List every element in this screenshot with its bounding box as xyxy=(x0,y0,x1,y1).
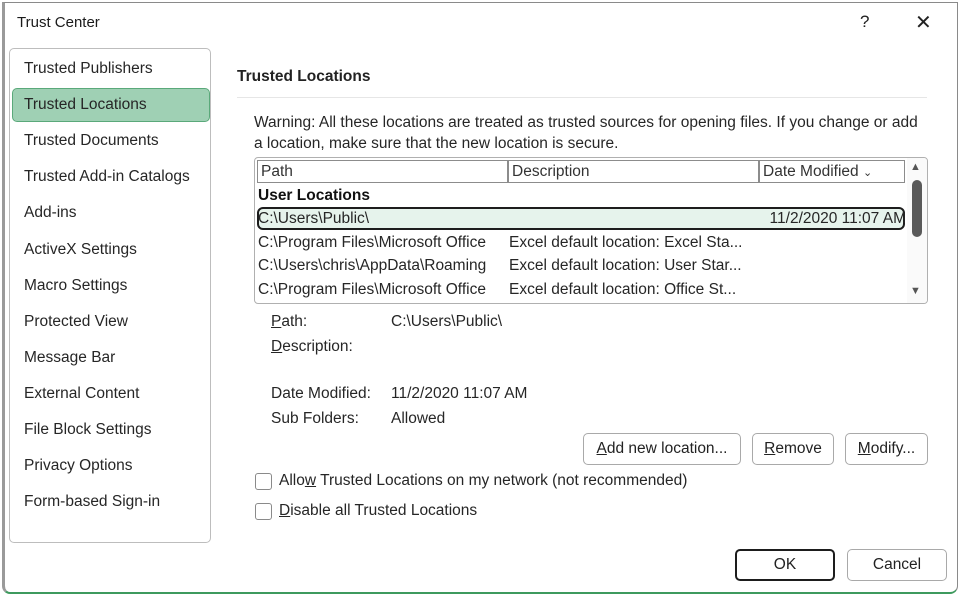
cell-path: C:\Program Files\Microsoft Office xyxy=(258,280,486,298)
scroll-thumb[interactable] xyxy=(912,180,922,237)
cell-path: C:\Program Files\Microsoft Office xyxy=(258,233,486,251)
sort-chevron-icon: ⌄ xyxy=(862,167,873,179)
list-scrollbar[interactable]: ▲ ▼ xyxy=(907,158,927,303)
sidebar-item-add-ins[interactable]: Add-ins xyxy=(12,196,210,230)
sidebar-item-message-bar[interactable]: Message Bar xyxy=(12,341,210,375)
sidebar-item-file-block-settings[interactable]: File Block Settings xyxy=(12,413,210,447)
cell-description: Excel default location: User Star... xyxy=(509,257,742,274)
dialog-title: Trust Center xyxy=(17,14,100,31)
sidebar-item-protected-view[interactable]: Protected View xyxy=(12,305,210,339)
cell-description: Excel default location: Excel Sta... xyxy=(509,233,743,251)
date-modified-value: 11/2/2020 11:07 AM xyxy=(391,385,528,402)
sub-folders-label: Sub Folders: xyxy=(271,410,359,427)
add-new-location-button[interactable]: Add new location... xyxy=(583,433,741,465)
sub-folders-value: Allowed xyxy=(391,410,446,427)
column-header-date-modified[interactable]: Date Modified ⌄ xyxy=(759,160,905,183)
disable-trusted-locations-checkbox[interactable] xyxy=(255,503,272,520)
sidebar-item-trusted-add-in-catalogs[interactable]: Trusted Add-in Catalogs xyxy=(12,160,210,194)
help-icon[interactable]: ? xyxy=(860,12,869,32)
sidebar-item-external-content[interactable]: External Content xyxy=(12,377,210,411)
close-icon[interactable]: ✕ xyxy=(915,10,932,35)
sidebar-item-trusted-documents[interactable]: Trusted Documents xyxy=(12,124,210,158)
path-label: Path: xyxy=(271,313,308,330)
location-row[interactable]: C:\Program Files\Microsoft Office Excel d… xyxy=(257,278,905,301)
location-row[interactable]: C:\Program Files\Microsoft Office Excel d… xyxy=(257,231,905,254)
section-title: Trusted Locations xyxy=(237,68,371,85)
divider xyxy=(237,97,927,98)
group-header: User Locations xyxy=(257,184,905,207)
column-header-date-label: Date Modified xyxy=(763,163,859,180)
sidebar-item-macro-settings[interactable]: Macro Settings xyxy=(12,269,210,303)
location-row[interactable]: C:\Users\chris\AppData\Roaming Excel defa… xyxy=(257,254,905,277)
sidebar-nav: Trusted Publishers Trusted Locations Trust… xyxy=(9,48,211,543)
remove-button[interactable]: Remove xyxy=(752,433,834,465)
modify-button[interactable]: Modify... xyxy=(845,433,928,465)
allow-network-locations-checkbox[interactable] xyxy=(255,473,272,490)
column-header-description[interactable]: Description xyxy=(508,160,759,183)
sidebar-item-trusted-publishers[interactable]: Trusted Publishers xyxy=(12,52,210,86)
sidebar-item-activex-settings[interactable]: ActiveX Settings xyxy=(12,233,210,267)
location-row[interactable]: C:\Users\Public\ 11/2/2020 11:07 AM xyxy=(257,207,906,230)
allow-network-locations-label[interactable]: Allow Trusted Locations on my network (n… xyxy=(279,472,687,490)
sidebar-item-trusted-locations[interactable]: Trusted Locations xyxy=(12,88,210,123)
cell-description: Excel default location: Office St... xyxy=(509,280,737,298)
group-label: User Locations xyxy=(258,187,370,204)
sidebar-item-form-based-sign-in[interactable]: Form-based Sign-in xyxy=(12,485,210,519)
sidebar-item-privacy-options[interactable]: Privacy Options xyxy=(12,449,210,483)
column-header-path[interactable]: Path xyxy=(257,160,508,183)
trusted-locations-list[interactable]: Path Description Date Modified ⌄ User Lo… xyxy=(254,157,928,304)
ok-button[interactable]: OK xyxy=(735,549,835,581)
date-modified-label: Date Modified: xyxy=(271,385,371,402)
path-value: C:\Users\Public\ xyxy=(391,313,503,330)
disable-trusted-locations-label[interactable]: Disable all Trusted Locations xyxy=(279,502,477,520)
scroll-up-arrow-icon[interactable]: ▲ xyxy=(910,161,921,173)
cancel-button[interactable]: Cancel xyxy=(847,549,947,581)
cell-path: C:\Users\Public\ xyxy=(258,210,370,227)
cell-path: C:\Users\chris\AppData\Roaming xyxy=(258,257,487,274)
description-label: Description: xyxy=(271,338,353,355)
warning-text: Warning: All these locations are treated… xyxy=(254,114,918,152)
scroll-down-arrow-icon[interactable]: ▼ xyxy=(910,285,921,297)
cell-date: 11/2/2020 11:07 AM xyxy=(769,210,906,227)
